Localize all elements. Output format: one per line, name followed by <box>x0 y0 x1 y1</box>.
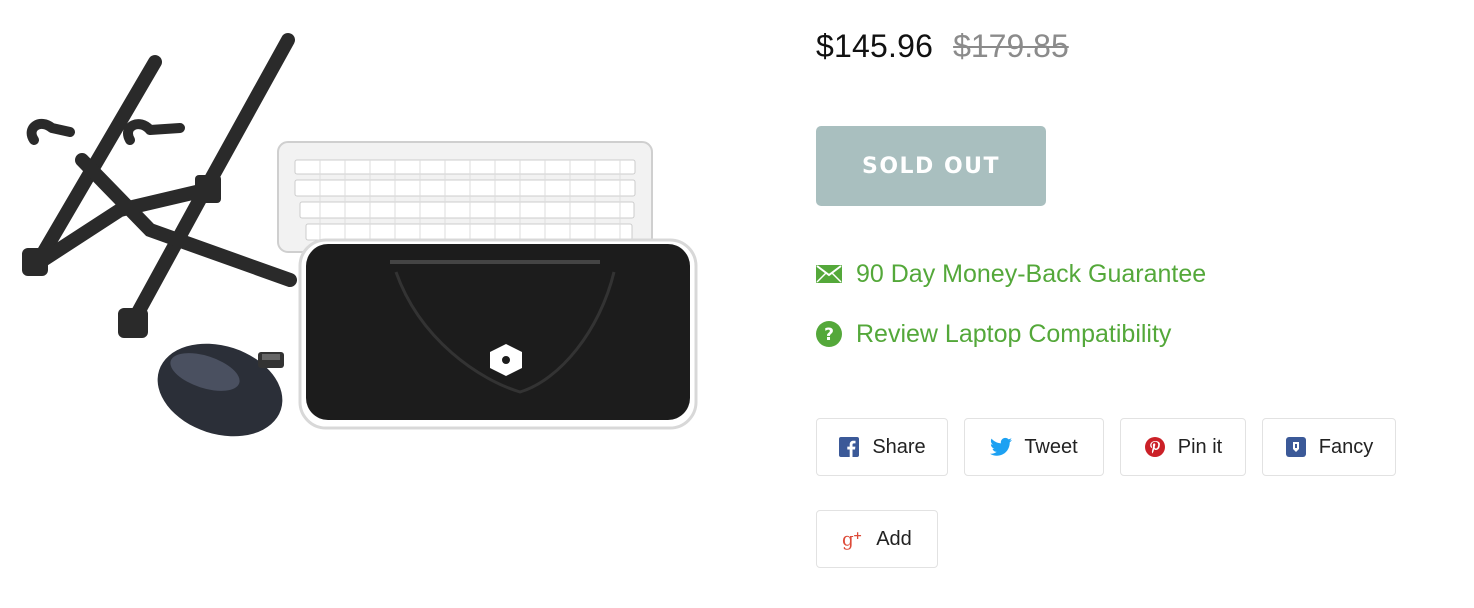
fancy-icon <box>1285 436 1307 458</box>
twitter-icon <box>990 436 1013 458</box>
facebook-share-button[interactable]: Share <box>816 418 948 476</box>
question-circle-icon: ? <box>816 321 842 347</box>
share-label: Share <box>872 435 926 458</box>
guarantee-link[interactable]: 90 Day Money-Back Guarantee <box>816 254 1206 294</box>
guarantee-label: 90 Day Money-Back Guarantee <box>856 259 1207 288</box>
pinterest-icon <box>1144 436 1166 458</box>
product-image <box>22 33 698 437</box>
compatibility-link[interactable]: ? Review Laptop Compatibility <box>816 314 1171 354</box>
svg-text:?: ? <box>824 325 834 345</box>
envelope-icon <box>816 261 842 287</box>
pinterest-pin-button[interactable]: Pin it <box>1120 418 1246 476</box>
keyboard-image <box>277 141 653 253</box>
tweet-label: Tweet <box>1024 435 1078 458</box>
original-price: $179.85 <box>953 28 1069 64</box>
facebook-icon <box>838 436 860 458</box>
current-price: $145.96 <box>816 28 934 64</box>
compatibility-label: Review Laptop Compatibility <box>856 319 1172 348</box>
price-row: $145.96 $179.85 <box>816 28 1069 72</box>
fancy-label: Fancy <box>1318 435 1374 458</box>
google-plus-button[interactable]: g + Add <box>816 510 938 568</box>
fancy-button[interactable]: Fancy <box>1262 418 1396 476</box>
sold-out-button[interactable]: SOLD OUT <box>816 126 1046 206</box>
mouse-image <box>157 343 284 437</box>
pin-label: Pin it <box>1177 435 1223 458</box>
twitter-tweet-button[interactable]: Tweet <box>964 418 1104 476</box>
gplus-label: Add <box>876 527 912 550</box>
laptop-sleeve-image <box>298 238 698 430</box>
laptop-stand-image <box>22 33 297 338</box>
svg-text:+: + <box>853 529 862 542</box>
google-plus-icon: g + <box>842 528 864 550</box>
